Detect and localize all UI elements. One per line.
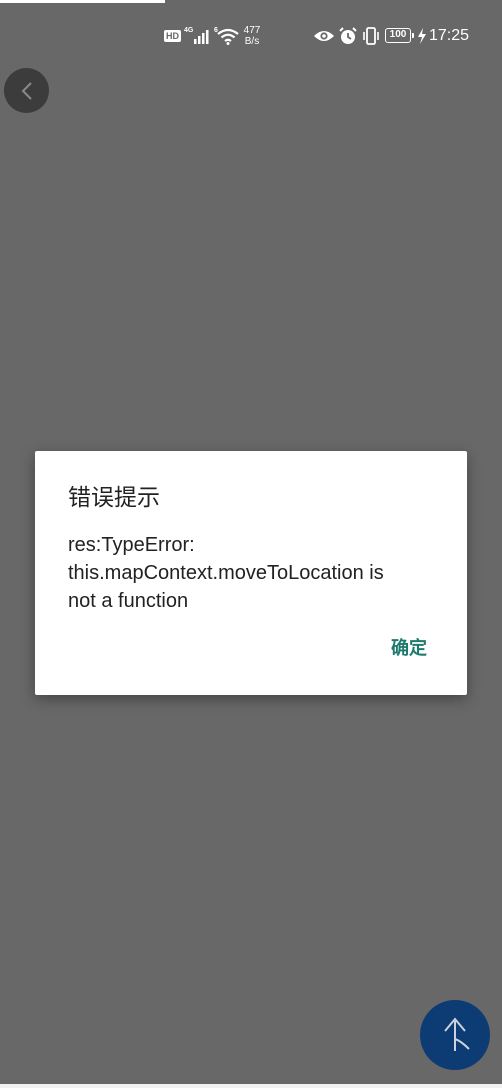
status-bar: HD 4G 6 477 B/s 100 17:25 <box>0 18 502 54</box>
confirm-button[interactable]: 确定 <box>391 635 427 663</box>
speed-unit: B/s <box>244 36 260 47</box>
navigation-button[interactable] <box>420 1000 490 1070</box>
wifi-icon: 6 <box>214 18 240 54</box>
signal-icon: 4G <box>184 18 212 54</box>
screen: HD 4G 6 477 B/s 100 17:25 错误提示 res:TypeE… <box>0 0 502 1088</box>
network-speed: 477 B/s <box>240 18 264 54</box>
bottom-strip <box>0 1084 502 1088</box>
navigation-arrow-icon <box>444 1017 470 1051</box>
battery-icon: 100 <box>385 28 414 43</box>
back-button[interactable] <box>4 68 49 113</box>
vibrate-icon <box>361 18 381 54</box>
speed-value: 477 <box>243 25 261 36</box>
hd-badge: HD <box>164 30 181 42</box>
status-time: 17:25 <box>429 27 470 44</box>
hd-icon: HD <box>164 18 181 54</box>
chevron-left-icon <box>21 81 32 100</box>
top-strip <box>0 0 165 3</box>
dialog-title: 错误提示 <box>68 485 160 511</box>
error-dialog: 错误提示 res:TypeError: this.mapContext.move… <box>35 451 467 695</box>
eye-icon <box>313 18 335 54</box>
charging-icon <box>417 18 427 54</box>
alarm-icon <box>338 18 358 54</box>
dialog-message: res:TypeError: this.mapContext.moveToLoc… <box>68 534 384 612</box>
